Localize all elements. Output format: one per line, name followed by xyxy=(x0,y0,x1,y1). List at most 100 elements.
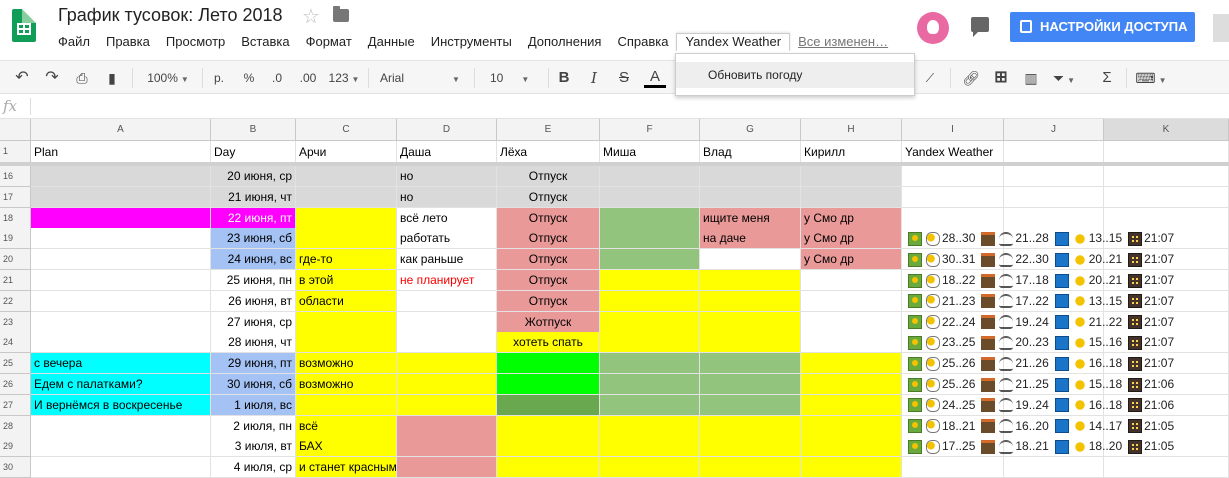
menu-addons[interactable]: Дополнения xyxy=(520,33,610,51)
table-cell[interactable] xyxy=(801,290,902,312)
header-cell[interactable]: Даша xyxy=(397,141,497,163)
text-rotation-icon[interactable]: ⟋ xyxy=(918,68,942,88)
font-select[interactable]: Arial ▼ xyxy=(376,68,468,88)
table-cell[interactable] xyxy=(397,436,497,458)
row-header[interactable]: 29 xyxy=(0,436,31,458)
comments-icon[interactable] xyxy=(971,17,989,37)
table-cell[interactable]: где-то xyxy=(296,249,397,271)
table-cell[interactable]: Отпуск xyxy=(497,290,600,312)
menu-tools[interactable]: Инструменты xyxy=(423,33,520,51)
all-changes-link[interactable]: Все изменен… xyxy=(790,33,896,51)
table-cell[interactable] xyxy=(296,228,397,250)
table-cell[interactable] xyxy=(497,415,600,437)
row-header[interactable]: 22 xyxy=(0,290,31,312)
table-cell[interactable] xyxy=(31,436,211,458)
menu-data[interactable]: Данные xyxy=(360,33,423,51)
table-cell[interactable]: 23 июня, сб xyxy=(211,228,296,250)
row-header[interactable]: 17 xyxy=(0,186,31,208)
column-header[interactable]: I xyxy=(902,119,1004,141)
text-color-button[interactable]: A xyxy=(644,68,666,88)
table-cell[interactable] xyxy=(1104,166,1229,187)
filter-icon[interactable]: ⏷ ▼ xyxy=(1050,68,1078,88)
table-cell[interactable] xyxy=(397,394,497,416)
table-cell[interactable]: 22 июня, пт xyxy=(211,207,296,229)
table-cell[interactable] xyxy=(397,311,497,333)
column-header[interactable]: H xyxy=(801,119,902,141)
table-cell[interactable]: ищите меня xyxy=(700,207,801,229)
table-cell[interactable]: 25 июня, пн xyxy=(211,270,296,291)
header-cell[interactable] xyxy=(1004,141,1104,163)
table-cell[interactable] xyxy=(700,290,801,312)
table-cell[interactable]: у Смо др xyxy=(801,207,902,229)
table-cell[interactable] xyxy=(296,186,397,208)
table-cell[interactable] xyxy=(1104,457,1229,478)
table-cell[interactable] xyxy=(700,415,801,437)
table-cell[interactable]: но xyxy=(397,166,497,187)
header-cell[interactable]: Plan xyxy=(31,141,211,163)
more-formats-select[interactable]: 123 ▼ xyxy=(326,68,362,88)
table-cell[interactable] xyxy=(600,353,700,375)
table-cell[interactable]: Едем с палатками? xyxy=(31,374,211,395)
refresh-weather-item[interactable]: Обновить погоду xyxy=(676,62,914,88)
table-cell[interactable] xyxy=(700,270,801,291)
table-cell[interactable] xyxy=(801,270,902,291)
table-cell[interactable] xyxy=(902,207,1004,229)
table-cell[interactable]: Жотпуск xyxy=(497,311,600,333)
table-cell[interactable] xyxy=(801,374,902,395)
table-cell[interactable] xyxy=(296,394,397,416)
table-cell[interactable] xyxy=(600,311,700,333)
column-header[interactable]: E xyxy=(497,119,600,141)
row-header[interactable]: 21 xyxy=(0,270,31,291)
table-cell[interactable] xyxy=(397,415,497,437)
table-cell[interactable]: не планирует xyxy=(397,270,497,291)
table-cell[interactable] xyxy=(801,436,902,458)
table-cell[interactable] xyxy=(497,436,600,458)
table-cell[interactable] xyxy=(902,166,1004,187)
header-cell[interactable]: Кирилл xyxy=(801,141,902,163)
table-cell[interactable] xyxy=(497,374,600,395)
table-cell[interactable] xyxy=(296,207,397,229)
table-cell[interactable]: Отпуск xyxy=(497,270,600,291)
bold-button[interactable]: B xyxy=(554,68,574,88)
table-cell[interactable] xyxy=(397,290,497,312)
table-cell[interactable]: с вечера xyxy=(31,353,211,375)
table-cell[interactable]: Отпуск xyxy=(497,249,600,271)
table-cell[interactable]: на даче xyxy=(700,228,801,250)
table-cell[interactable] xyxy=(801,457,902,478)
table-cell[interactable]: 30 июня, сб xyxy=(211,374,296,395)
table-cell[interactable] xyxy=(600,457,700,478)
menu-format[interactable]: Формат xyxy=(298,33,360,51)
row-header[interactable]: 27 xyxy=(0,394,31,416)
input-tools-icon[interactable]: ⌨ ▼ xyxy=(1134,68,1168,88)
table-cell[interactable] xyxy=(600,415,700,437)
row-header[interactable]: 19 xyxy=(0,228,31,250)
column-header[interactable]: F xyxy=(600,119,700,141)
table-cell[interactable] xyxy=(801,311,902,333)
table-cell[interactable] xyxy=(497,353,600,375)
table-cell[interactable]: области xyxy=(296,290,397,312)
table-cell[interactable] xyxy=(700,374,801,395)
table-cell[interactable] xyxy=(397,332,497,354)
column-header[interactable]: D xyxy=(397,119,497,141)
table-cell[interactable] xyxy=(1004,166,1104,187)
table-cell[interactable] xyxy=(600,290,700,312)
redo-icon[interactable]: ↷ xyxy=(42,68,62,88)
table-cell[interactable]: хотеть спать xyxy=(497,332,600,354)
table-cell[interactable]: работать xyxy=(397,228,497,250)
table-cell[interactable] xyxy=(31,270,211,291)
header-cell[interactable]: Yandex Weather xyxy=(902,141,1004,163)
header-cell[interactable]: Влад xyxy=(700,141,801,163)
sheets-logo-icon[interactable] xyxy=(12,9,36,42)
table-cell[interactable] xyxy=(700,457,801,478)
table-cell[interactable]: у Смо др xyxy=(801,249,902,271)
row-header[interactable]: 20 xyxy=(0,249,31,271)
row-header[interactable]: 1 xyxy=(0,141,31,163)
table-cell[interactable] xyxy=(1004,457,1104,478)
zoom-select[interactable]: 100% ▼ xyxy=(140,68,196,88)
table-cell[interactable] xyxy=(600,249,700,271)
column-header[interactable]: A xyxy=(31,119,211,141)
folder-icon[interactable] xyxy=(333,6,349,22)
table-cell[interactable]: всё xyxy=(296,415,397,437)
table-cell[interactable] xyxy=(600,436,700,458)
table-cell[interactable]: 27 июня, ср xyxy=(211,311,296,333)
